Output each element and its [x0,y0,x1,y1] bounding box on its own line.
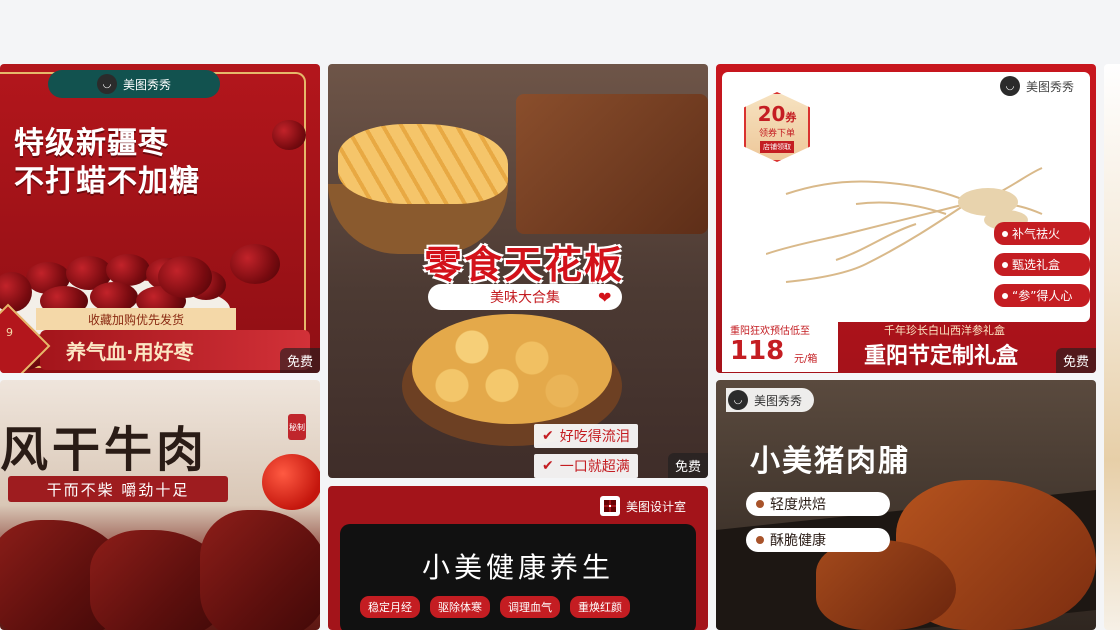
price-unit: 元/箱 [794,354,818,365]
design-studio-icon [599,496,620,516]
beef-image [200,510,320,630]
template-card-health[interactable]: 美图设计室 小美健康养生 稳定月经 驱除体寒 调理血气 重焕红颜 [328,486,708,630]
dot-icon [1002,230,1008,237]
benefit-chip: 调理血气 [500,596,560,618]
brand-label-row: ◡ 美图秀秀 [999,76,1074,96]
feature-tag-label: 轻度烘焙 [770,497,826,513]
feature-tag-label: 酥脆健康 [770,533,826,549]
check-icon: ✔ [542,458,554,474]
card-title-line2: 不打蜡不加糖 [14,164,200,199]
brand-label: 美图秀秀 [122,77,171,92]
template-card-partial[interactable] [1104,64,1120,630]
dot-icon [756,500,764,508]
coupon-small: 店铺领取 [760,140,794,153]
price-box: 重阳狂欢预估低至 118 元/箱 [722,316,838,372]
bullet-text: 好吃得流泪 [559,429,630,445]
template-card-beef[interactable]: 风干牛肉 秘制 干而不柴 嚼劲十足 [0,380,320,630]
card-title: 重阳节定制礼盒 [864,343,1019,369]
benefit-chips: 稳定月经 驱除体寒 调理血气 重焕红颜 [360,596,630,618]
template-card-snacks[interactable]: 零食天花板 ❤ 美味大合集 ❤ ✔ 好吃得流泪 ✔ 一口就超满 免费 [328,64,708,478]
brand-label: 美图秀秀 [1025,79,1074,94]
braised-meat-image [516,94,708,234]
crinkle-chips-image [338,124,508,204]
feature-tags: 补气祛火 甄选礼盒 “参”得人心 [994,222,1090,315]
meitu-logo-icon: ◡ [999,76,1020,96]
brand-pill: ◡ 美图秀秀 [48,70,220,98]
feature-tag-label: 甄选礼盒 [1012,258,1061,272]
brand-label-row: ◡ 美图秀秀 [726,388,815,412]
dot-icon [1002,261,1008,268]
tomato-image [262,454,320,510]
benefit-chip: 稳定月经 [360,596,420,618]
seal-stamp: 秘制 [288,414,306,440]
round-chips-image [412,314,612,424]
card-headline: 零食天花板 [423,243,624,287]
bullet-item: ✔ 好吃得流泪 [534,424,638,448]
template-card-jerky[interactable]: ◡ 美图秀秀 小美猪肉脯 轻度烘焙 酥脆健康 [716,380,1096,630]
coupon-label: 领券下单 [758,128,795,139]
card-title: 小美猪肉脯 [750,444,910,479]
bullet-text: 一口就超满 [559,459,630,475]
check-icon: ✔ [542,428,554,444]
jujube-image [272,120,306,150]
card-title: 风干牛肉 [0,422,209,478]
price-value: 118 [730,336,785,366]
heart-icon: ❤ [598,288,612,307]
feature-tag: 补气祛火 [994,222,1090,245]
bullet-item: ✔ 一口就超满 [534,454,638,478]
coupon-unit: 券 [785,110,797,124]
feature-tag: 酥脆健康 [746,528,890,552]
brand-label-row: 美图设计室 [599,496,686,516]
card-subtitle: 干而不柴 嚼劲十足 [8,476,228,502]
meitu-logo-icon: ◡ [96,74,117,94]
meitu-logo-icon: ◡ [728,390,748,410]
brand-label: 美图秀秀 [754,393,803,408]
dot-icon [756,536,764,544]
jujube-image [230,244,280,284]
card-inner-panel: 小美健康养生 稳定月经 驱除体寒 调理血气 重焕红颜 [340,524,696,630]
feature-tag: 轻度烘焙 [746,492,890,516]
benefit-chip: 重焕红颜 [570,596,630,618]
card-subtitle: 千年珍长白山西洋参礼盒 [884,324,1005,337]
feature-tag: 甄选礼盒 [994,253,1090,276]
free-badge: 免费 [279,348,320,373]
benefit-chip: 驱除体寒 [430,596,490,618]
top-bar [0,0,1120,64]
promo-tag: 收藏加购优先发货 [36,308,236,330]
price-label: 重阳狂欢预估低至 [730,326,810,337]
feature-tag: “参”得人心 [994,284,1090,307]
template-card-ginseng[interactable]: ◡ 美图秀秀 20券 领券下单 店铺领取 补气祛火 甄选礼盒 “参”得人心 重阳… [716,64,1096,373]
dot-icon [1002,292,1008,299]
brand-label: 美图设计室 [625,499,686,514]
promo-banner: 养气血·用好枣 [40,330,310,370]
card-title: 小美健康养生 [421,551,614,584]
badge-number: 9 [6,326,13,339]
feature-tag-label: “参”得人心 [1012,289,1073,303]
template-card-jujube[interactable]: ◡ 美图秀秀 特级新疆枣 不打蜡不加糖 收藏加购优先发货 养气血·用好枣 9 免… [0,64,320,373]
jujube-image [158,256,212,298]
headline-pill: 美味大合集 [428,284,622,310]
bullet-list: ✔ 好吃得流泪 ✔ 一口就超满 [534,424,638,478]
free-badge: 免费 [1055,348,1096,373]
coupon-amount: 20 [757,101,786,126]
feature-tag-label: 补气祛火 [1012,227,1061,241]
free-badge: 免费 [667,453,708,478]
